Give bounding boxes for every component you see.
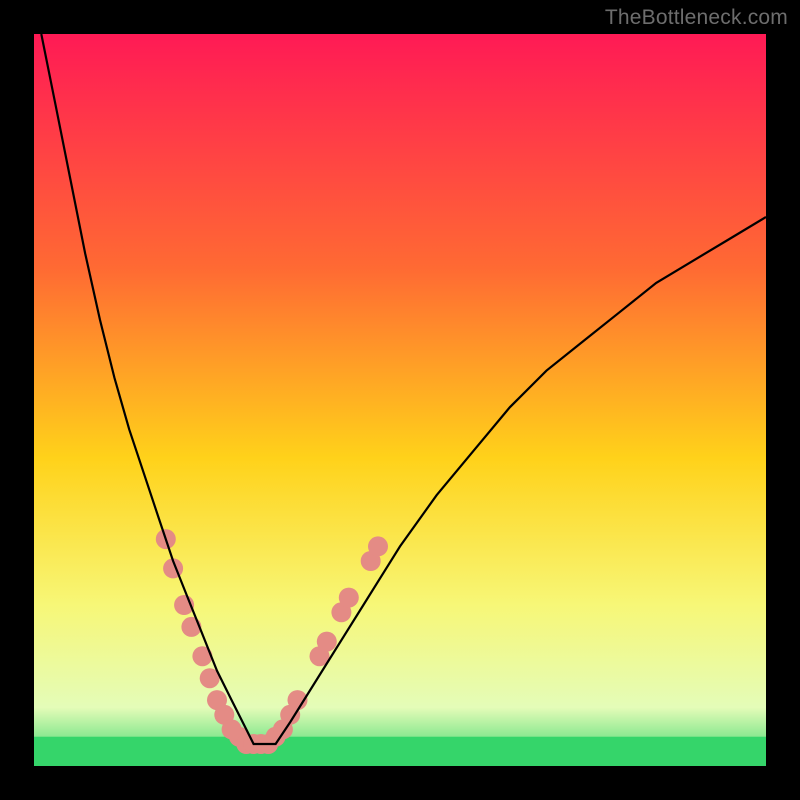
highlight-marker	[339, 588, 359, 608]
highlight-marker	[317, 632, 337, 652]
green-band	[34, 737, 766, 766]
chart-frame: TheBottleneck.com	[0, 0, 800, 800]
gradient-background	[34, 34, 766, 766]
attribution-text: TheBottleneck.com	[605, 6, 788, 30]
highlight-marker	[368, 536, 388, 556]
plot-area	[34, 34, 766, 766]
plot-svg	[34, 34, 766, 766]
